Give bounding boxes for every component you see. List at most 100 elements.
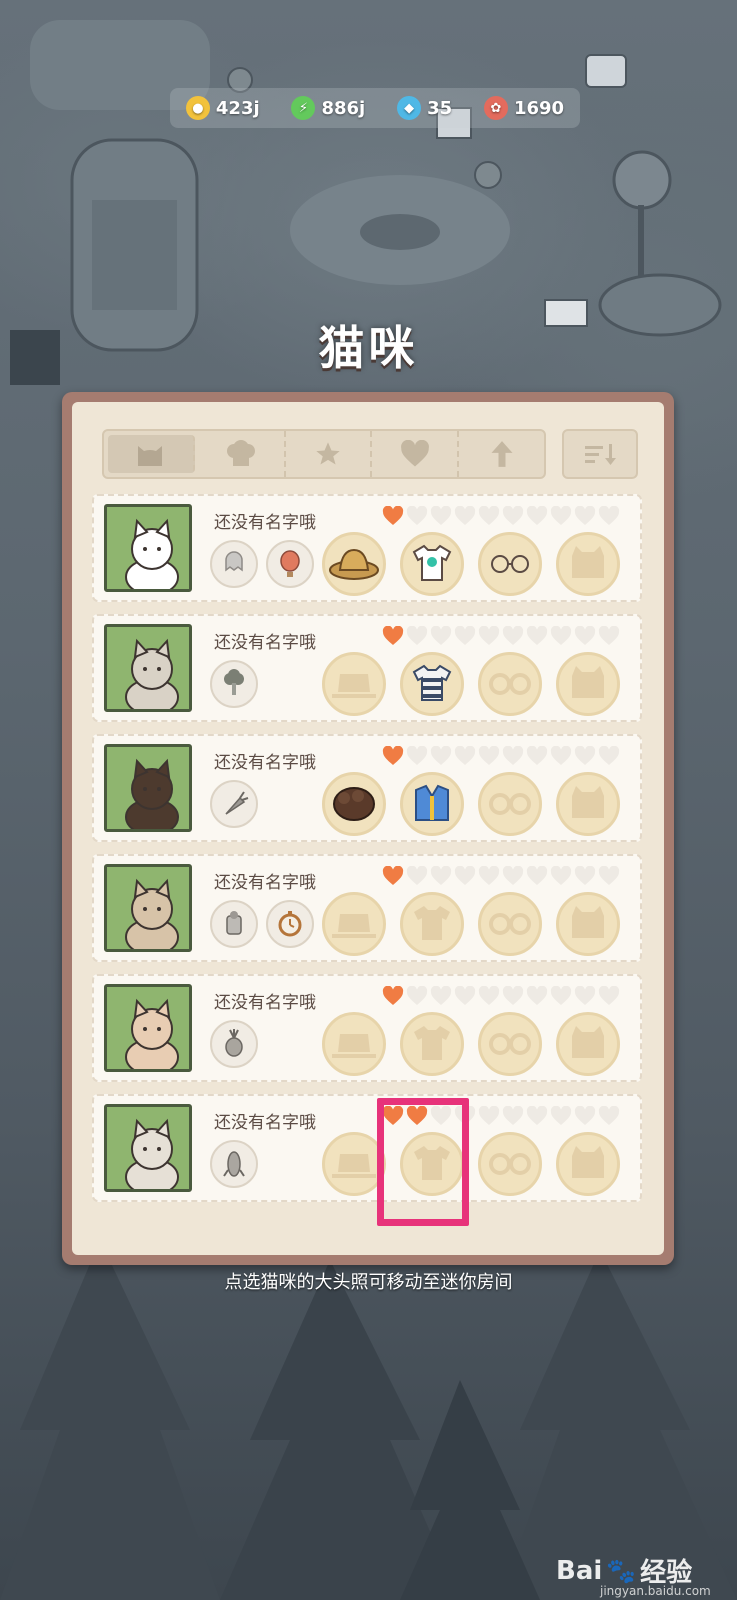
heart-empty-icon	[430, 506, 452, 525]
equip-slot-extra[interactable]	[556, 892, 620, 956]
highlight-box	[377, 1098, 469, 1226]
tab-cats[interactable]	[108, 435, 195, 473]
heart-empty-icon	[406, 626, 428, 645]
equip-slot-extra[interactable]	[556, 652, 620, 716]
currency-bar: ● 423j ⚡ 886j ◆ 35 ✿ 1690	[170, 88, 580, 128]
equip-slot-clothes[interactable]	[400, 1012, 464, 1076]
heart-empty-icon	[406, 986, 428, 1005]
cat-name: 还没有名字哦	[214, 513, 316, 533]
favorite-item[interactable]	[210, 660, 258, 708]
equip-slot-glasses[interactable]	[478, 532, 542, 596]
tab-heart[interactable]	[372, 431, 460, 477]
heart-filled-icon	[382, 986, 404, 1005]
heart-empty-icon	[406, 506, 428, 525]
heart-empty-icon	[598, 626, 620, 645]
equip-slot-hat[interactable]	[322, 772, 386, 836]
tab-star[interactable]	[286, 431, 373, 477]
currency-energy-value: 886j	[321, 97, 366, 119]
tab-chef[interactable]	[199, 431, 286, 477]
favorite-item[interactable]	[210, 540, 258, 588]
ghost-icon	[225, 551, 243, 572]
curly-wig-icon	[333, 787, 375, 821]
empty-extra-icon	[572, 1146, 604, 1178]
heart-empty-icon	[574, 986, 596, 1005]
heart-empty-icon	[574, 1106, 596, 1125]
affection-hearts	[382, 626, 620, 646]
cat-portrait[interactable]	[104, 984, 192, 1072]
cat-avatar-icon	[125, 518, 179, 589]
cat-portrait[interactable]	[104, 864, 192, 952]
favorite-item[interactable]	[210, 1140, 258, 1188]
watermark-url: jingyan.baidu.com	[600, 1584, 711, 1598]
heart-empty-icon	[478, 506, 500, 525]
empty-hat-icon	[332, 914, 376, 938]
heart-filled-icon	[382, 626, 404, 645]
equip-slot-hat[interactable]	[322, 892, 386, 956]
star-icon	[316, 442, 340, 465]
equip-slot-clothes[interactable]	[400, 772, 464, 836]
favorite-item[interactable]	[210, 1020, 258, 1068]
straw-hat-icon	[329, 548, 379, 580]
denim-vest-icon	[415, 784, 449, 821]
heart-empty-icon	[574, 746, 596, 765]
equip-slot-glasses[interactable]	[478, 652, 542, 716]
page-title: 猫咪	[318, 321, 419, 375]
equip-slot-extra[interactable]	[556, 1132, 620, 1196]
heart-empty-icon	[550, 626, 572, 645]
equip-slot-hat[interactable]	[322, 1012, 386, 1076]
cat-portrait[interactable]	[104, 744, 192, 832]
cat-avatar-icon	[125, 758, 179, 829]
favorite-item[interactable]	[210, 900, 258, 948]
cat-portrait[interactable]	[104, 624, 192, 712]
cat-row: 还没有名字哦	[92, 974, 642, 1082]
equip-slot-glasses[interactable]	[478, 772, 542, 836]
arrow-up-icon	[491, 441, 513, 467]
equip-slot-glasses[interactable]	[478, 1132, 542, 1196]
currency-gold-value: 423j	[215, 97, 260, 119]
heart-empty-icon	[550, 506, 572, 525]
stopwatch-icon	[278, 911, 302, 937]
equip-slot-clothes[interactable]	[400, 652, 464, 716]
heart-empty-icon	[430, 626, 452, 645]
cat-avatar-icon	[125, 1118, 179, 1189]
tab-upgrade[interactable]	[459, 431, 544, 477]
currency-biscuit[interactable]: ✿ 1690	[483, 96, 564, 120]
cat-portrait[interactable]	[104, 504, 192, 592]
cat-row: 还没有名字哦	[92, 734, 642, 842]
sort-button[interactable]	[562, 429, 638, 479]
heart-empty-icon	[526, 986, 548, 1005]
currency-diamond[interactable]: ◆ 35	[397, 96, 452, 120]
diamond-icon: ◆	[397, 96, 422, 120]
equip-slot-glasses[interactable]	[478, 892, 542, 956]
tool-icon	[226, 911, 242, 935]
currency-gold[interactable]: ● 423j	[185, 96, 260, 120]
empty-extra-icon	[572, 906, 604, 938]
cat-avatar-icon	[125, 878, 179, 949]
equip-slot-clothes[interactable]	[400, 532, 464, 596]
heart-empty-icon	[598, 986, 620, 1005]
favorite-item[interactable]	[210, 780, 258, 828]
heart-empty-icon	[454, 626, 476, 645]
empty-extra-icon	[572, 666, 604, 698]
empty-glasses-icon	[489, 913, 531, 935]
heart-empty-icon	[454, 866, 476, 885]
currency-energy[interactable]: ⚡ 886j	[291, 96, 365, 120]
affection-hearts	[382, 746, 620, 766]
affection-hearts	[382, 506, 620, 526]
equip-slot-extra[interactable]	[556, 772, 620, 836]
favorite-item[interactable]	[266, 540, 314, 588]
heart-empty-icon	[598, 866, 620, 885]
favorite-item[interactable]	[266, 900, 314, 948]
heart-empty-icon	[526, 506, 548, 525]
cat-name: 还没有名字哦	[214, 1113, 316, 1133]
equip-slot-extra[interactable]	[556, 1012, 620, 1076]
equip-slot-clothes[interactable]	[400, 892, 464, 956]
cat-portrait[interactable]	[104, 1104, 192, 1192]
equip-slot-glasses[interactable]	[478, 1012, 542, 1076]
heart-empty-icon	[574, 866, 596, 885]
equip-slot-hat[interactable]	[322, 652, 386, 716]
equip-slot-extra[interactable]	[556, 532, 620, 596]
affection-hearts	[382, 986, 620, 1006]
heart-empty-icon	[598, 506, 620, 525]
equip-slot-hat[interactable]	[322, 532, 386, 596]
